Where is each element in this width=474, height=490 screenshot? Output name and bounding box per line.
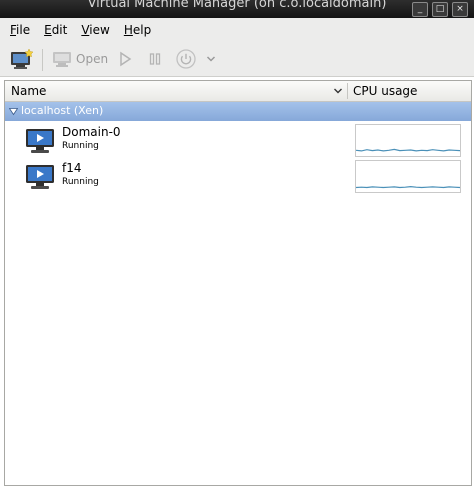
power-icon xyxy=(176,49,196,69)
vm-row[interactable]: f14 Running xyxy=(5,158,471,194)
window-controls: _ □ × xyxy=(412,2,468,17)
cpu-usage-graph xyxy=(355,160,461,193)
minimize-button[interactable]: _ xyxy=(412,2,428,17)
title-bar: Virtual Machine Manager (on c.o.localdom… xyxy=(0,0,474,18)
window-title: Virtual Machine Manager (on c.o.localdom… xyxy=(87,0,387,11)
vm-row[interactable]: Domain-0 Running xyxy=(5,122,471,158)
pause-icon xyxy=(149,53,161,65)
play-icon xyxy=(120,51,132,67)
toolbar: Open xyxy=(0,42,474,77)
cpu-usage-line xyxy=(356,185,460,189)
vm-list[interactable]: Name CPU usage localhost (Xen) Domain-0 … xyxy=(4,80,472,486)
column-divider xyxy=(347,83,348,99)
new-vm-button[interactable] xyxy=(10,48,34,70)
vm-status: Running xyxy=(62,177,99,187)
console-icon xyxy=(53,52,71,67)
menu-edit[interactable]: Edit xyxy=(39,23,72,37)
close-button[interactable]: × xyxy=(452,2,468,17)
sort-chevron-icon[interactable] xyxy=(333,86,343,96)
column-cpu-usage[interactable]: CPU usage xyxy=(353,84,417,98)
toolbar-separator xyxy=(42,49,43,71)
new-vm-icon xyxy=(11,48,34,69)
run-button[interactable] xyxy=(118,48,132,70)
menu-view[interactable]: View xyxy=(76,23,114,37)
chevron-down-icon xyxy=(206,56,216,62)
column-name[interactable]: Name xyxy=(11,84,46,98)
shutdown-menu-button[interactable] xyxy=(205,48,217,70)
cpu-usage-graph xyxy=(355,124,461,157)
menu-file[interactable]: File xyxy=(5,23,35,37)
host-group-row[interactable]: localhost (Xen) xyxy=(5,102,471,121)
vm-name: f14 xyxy=(62,161,82,175)
maximize-button[interactable]: □ xyxy=(432,2,448,17)
menu-help[interactable]: Help xyxy=(119,23,156,37)
cpu-usage-line xyxy=(356,148,460,152)
pause-button[interactable] xyxy=(148,48,162,70)
host-label: localhost (Xen) xyxy=(21,104,104,117)
vm-running-icon xyxy=(26,165,54,189)
menu-bar: File Edit View Help xyxy=(0,18,474,42)
open-button[interactable]: Open xyxy=(52,48,108,70)
vm-name: Domain-0 xyxy=(62,125,121,139)
column-header: Name CPU usage xyxy=(5,81,471,102)
expander-icon[interactable] xyxy=(9,107,18,116)
vm-status: Running xyxy=(62,141,99,151)
open-label: Open xyxy=(76,52,109,66)
shutdown-button[interactable] xyxy=(175,48,197,70)
vm-running-icon xyxy=(26,129,54,153)
